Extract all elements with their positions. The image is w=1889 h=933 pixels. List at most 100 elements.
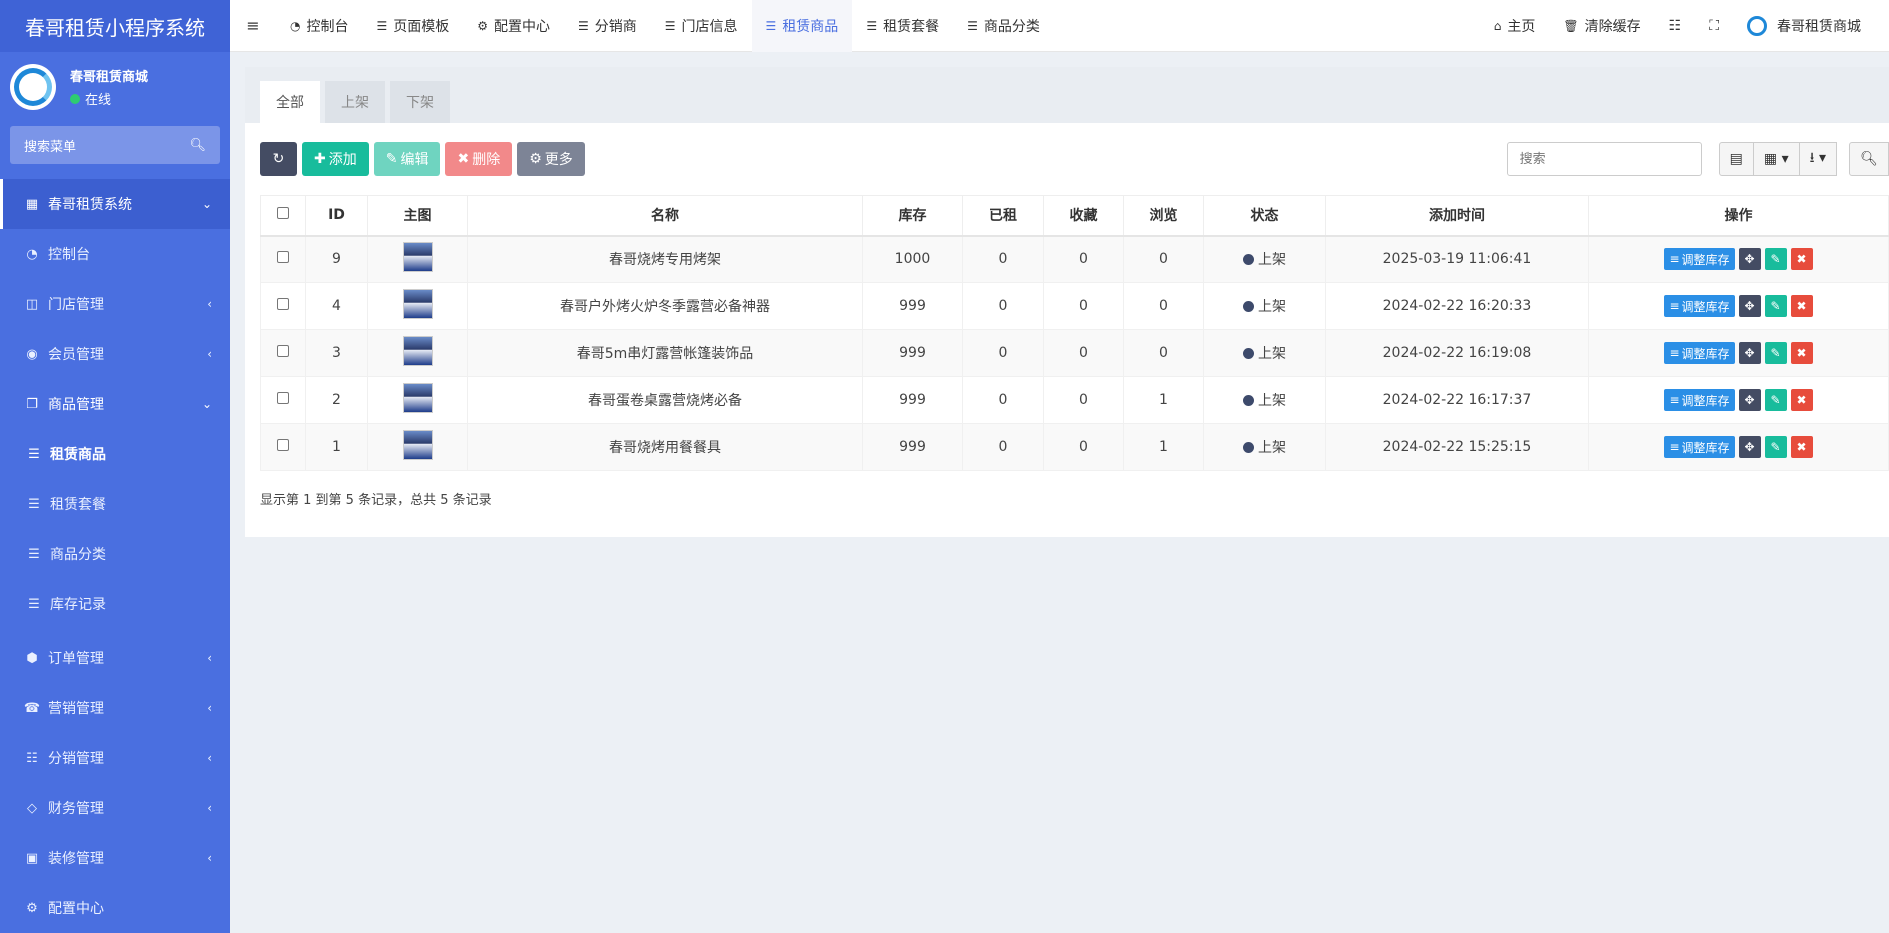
product-thumbnail[interactable]: [402, 289, 433, 319]
drag-sort-button[interactable]: ✥: [1738, 342, 1761, 364]
table-search-input[interactable]: [1506, 142, 1702, 176]
tab-on-shelf[interactable]: 上架: [325, 81, 385, 123]
add-button[interactable]: ✚ 添加: [302, 142, 369, 176]
topnav-category[interactable]: ☰ 商品分类: [953, 0, 1054, 52]
table-row[interactable]: 4 春哥户外烤火炉冬季露营必备神器 999 0 0 0 上架 2024-02-22 16:20…: [260, 282, 1889, 330]
adjust-stock-button[interactable]: ≡ 调整库存: [1664, 436, 1735, 458]
topnav-home[interactable]: ⌂ 主页: [1480, 0, 1550, 52]
status-badge[interactable]: 上架: [1243, 343, 1286, 363]
more-button[interactable]: ⚙ 更多: [517, 142, 585, 176]
row-edit-button[interactable]: ✎: [1764, 436, 1787, 458]
tab-all[interactable]: 全部: [260, 81, 320, 123]
col-created-time[interactable]: 添加时间: [1325, 195, 1589, 237]
topnav-distributor[interactable]: ☰ 分销商: [564, 0, 651, 52]
menu-toggle-icon[interactable]: ≡: [230, 0, 276, 52]
sidebar-item-store[interactable]: ◫ 门店管理 ‹: [0, 279, 230, 329]
toggle-view-button[interactable]: ▤: [1718, 142, 1754, 176]
sidebar-item-order[interactable]: ⬢ 订单管理 ‹: [0, 633, 230, 683]
row-checkbox[interactable]: [277, 298, 289, 310]
product-thumbnail[interactable]: [402, 383, 433, 413]
row-edit-button[interactable]: ✎: [1764, 342, 1787, 364]
row-select-cell[interactable]: [260, 329, 306, 377]
columns-button[interactable]: ▦ ▾: [1753, 142, 1800, 176]
tab-off-shelf[interactable]: 下架: [390, 81, 450, 123]
row-select-cell[interactable]: [260, 282, 306, 330]
sidebar-item-category[interactable]: ☰ 商品分类: [0, 529, 230, 579]
advanced-search-button[interactable]: 🔍︎: [1849, 142, 1889, 176]
fullscreen-icon[interactable]: ⛶: [1695, 0, 1733, 52]
translate-icon[interactable]: ☷: [1655, 0, 1696, 52]
sidebar-item-finance[interactable]: ◇ 财务管理 ‹: [0, 783, 230, 833]
status-badge[interactable]: 上架: [1243, 296, 1286, 316]
topnav-page-template[interactable]: ☰ 页面模板: [362, 0, 463, 52]
row-checkbox[interactable]: [277, 345, 289, 357]
sidebar-item-decoration[interactable]: ▣ 装修管理 ‹: [0, 833, 230, 883]
brand-title[interactable]: 春哥租赁小程序系统: [0, 0, 230, 52]
row-status-cell: 上架: [1203, 235, 1326, 283]
sidebar-item-distribution[interactable]: ☷ 分销管理 ‹: [0, 733, 230, 783]
sidebar-item-stock-log[interactable]: ☰ 库存记录: [0, 579, 230, 629]
refresh-button[interactable]: ↻: [260, 142, 297, 176]
product-thumbnail[interactable]: [402, 336, 433, 366]
product-thumbnail[interactable]: [402, 242, 433, 273]
sidebar-item-marketing[interactable]: ☎ 营销管理 ‹: [0, 683, 230, 733]
topnav-rental-package[interactable]: ☰ 租赁套餐: [852, 0, 953, 52]
table-row[interactable]: 1 春哥烧烤用餐餐具 999 0 0 1 上架 2024-02-22 15:25:15 ≡ 调整库…: [260, 423, 1889, 471]
row-delete-button[interactable]: ✖: [1790, 248, 1813, 271]
row-select-cell[interactable]: [260, 423, 306, 471]
drag-sort-button[interactable]: ✥: [1738, 248, 1761, 271]
row-checkbox[interactable]: [277, 392, 289, 404]
table-row[interactable]: 3 春哥5m串灯露营帐篷装饰品 999 0 0 0 上架 2024-02-22 16:19:0…: [260, 329, 1889, 377]
topnav-dashboard[interactable]: ◔ 控制台: [276, 0, 362, 52]
edit-button[interactable]: ✎ 编辑: [373, 142, 441, 176]
export-button[interactable]: ⭳ ▾: [1799, 142, 1837, 176]
sidebar-item-config[interactable]: ⚙ 配置中心: [0, 883, 230, 933]
sidebar-item-system[interactable]: ▦ 春哥租赁系统 ⌄: [0, 179, 230, 229]
topnav-clear-cache[interactable]: 🗑︎ 清除缓存: [1549, 0, 1654, 52]
drag-sort-button[interactable]: ✥: [1738, 295, 1761, 317]
search-icon[interactable]: 🔍︎: [189, 138, 206, 153]
row-delete-button[interactable]: ✖: [1790, 389, 1813, 411]
row-id: 2: [305, 376, 368, 424]
row-delete-button[interactable]: ✖: [1790, 295, 1813, 317]
row-edit-button[interactable]: ✎: [1764, 248, 1787, 271]
row-select-cell[interactable]: [260, 376, 306, 424]
topnav-store-info[interactable]: ☰ 门店信息: [651, 0, 752, 52]
topnav-user[interactable]: 春哥租赁商城: [1733, 0, 1889, 52]
table-row[interactable]: 2 春哥蛋卷桌露营烧烤必备 999 0 0 1 上架 2024-02-22 16:17:37 ≡…: [260, 376, 1889, 424]
row-edit-button[interactable]: ✎: [1764, 389, 1787, 411]
sidebar-item-rental-package[interactable]: ☰ 租赁套餐: [0, 479, 230, 529]
adjust-stock-button[interactable]: ≡ 调整库存: [1664, 248, 1735, 271]
status-badge[interactable]: 上架: [1243, 390, 1286, 410]
drag-sort-button[interactable]: ✥: [1738, 389, 1761, 411]
col-favorite[interactable]: 收藏: [1043, 195, 1124, 237]
row-checkbox[interactable]: [277, 439, 289, 451]
status-badge[interactable]: 上架: [1243, 437, 1286, 457]
col-stock[interactable]: 库存: [862, 195, 963, 237]
row-edit-button[interactable]: ✎: [1764, 295, 1787, 317]
col-views[interactable]: 浏览: [1123, 195, 1204, 237]
status-badge[interactable]: 上架: [1243, 249, 1286, 269]
adjust-stock-button[interactable]: ≡ 调整库存: [1664, 342, 1735, 364]
product-thumbnail[interactable]: [402, 430, 433, 460]
select-all-checkbox[interactable]: [277, 207, 289, 220]
row-select-cell[interactable]: [260, 235, 306, 283]
sidebar-item-goods[interactable]: ❐ 商品管理 ⌄: [0, 379, 230, 429]
select-all-header[interactable]: [260, 195, 306, 237]
adjust-stock-button[interactable]: ≡ 调整库存: [1664, 295, 1735, 317]
menu-search-input[interactable]: 搜索菜单 🔍︎: [10, 126, 220, 164]
row-delete-button[interactable]: ✖: [1790, 342, 1813, 364]
topnav-rental-goods[interactable]: ☰ 租赁商品: [751, 0, 853, 52]
delete-button[interactable]: ✖ 删除: [445, 142, 513, 176]
sidebar-item-member[interactable]: ◉ 会员管理 ‹: [0, 329, 230, 379]
col-id[interactable]: ID: [305, 195, 368, 237]
table-row[interactable]: 9 春哥烧烤专用烤架 1000 0 0 0 上架 2025-03-19 11:06:41 ≡ 调整…: [260, 235, 1889, 283]
drag-sort-button[interactable]: ✥: [1738, 436, 1761, 458]
sidebar-item-rental-goods[interactable]: ☰ 租赁商品: [0, 429, 230, 479]
col-rented[interactable]: 已租: [962, 195, 1044, 237]
row-delete-button[interactable]: ✖: [1790, 436, 1813, 458]
sidebar-item-dashboard[interactable]: ◔ 控制台: [0, 229, 230, 279]
row-checkbox[interactable]: [277, 251, 289, 264]
topnav-config[interactable]: ⚙ 配置中心: [463, 0, 564, 52]
adjust-stock-button[interactable]: ≡ 调整库存: [1664, 389, 1735, 411]
